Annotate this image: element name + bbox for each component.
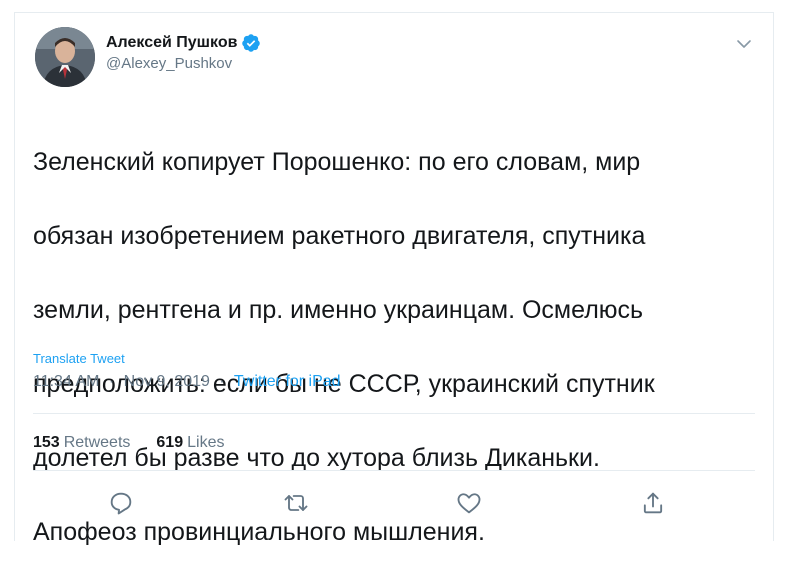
translate-tweet-link[interactable]: Translate Tweet — [33, 351, 125, 366]
tweet-time[interactable]: 11:34 AM — [33, 373, 99, 390]
chevron-down-icon[interactable] — [735, 35, 753, 53]
likes-count: 619 — [156, 434, 184, 451]
reply-button[interactable] — [107, 489, 135, 517]
retweets-label: Retweets — [63, 434, 131, 451]
retweets-count: 153 — [33, 434, 60, 451]
likes-stat[interactable]: 619 Likes — [156, 434, 224, 452]
retweet-button[interactable] — [282, 489, 310, 517]
like-button[interactable] — [455, 489, 483, 517]
tweet-date[interactable]: Nov 9, 2019 — [124, 373, 210, 390]
tweet-text-line: обязан изобретением ракетного двигателя,… — [33, 222, 646, 250]
tweet-actions — [15, 489, 773, 521]
retweet-icon — [284, 495, 308, 511]
tweet-card: Алексей Пушков @Alexey_Pushkov Зеленский… — [14, 12, 774, 546]
share-icon — [643, 492, 663, 514]
likes-label: Likes — [187, 434, 225, 451]
heart-icon — [457, 493, 481, 514]
tweet-stats: 153 Retweets 619 Likes — [33, 434, 224, 452]
verified-badge-icon — [242, 34, 261, 52]
tweet-text-line: Зеленский копирует Порошенко: по его сло… — [33, 148, 641, 176]
tweet-meta: 11:34 AM · Nov 9, 2019 · Twitter for iPa… — [33, 373, 341, 391]
author-block[interactable]: Алексей Пушков @Alexey_Pushkov — [106, 33, 261, 72]
divider — [33, 413, 755, 414]
divider — [33, 470, 755, 471]
tweet-text-line: земли, рентгена и пр. именно украинцам. … — [33, 296, 644, 324]
retweets-stat[interactable]: 153 Retweets — [33, 434, 130, 452]
meta-separator: · — [108, 373, 115, 390]
avatar[interactable] — [35, 27, 95, 87]
avatar-image — [35, 27, 95, 87]
author-handle[interactable]: @Alexey_Pushkov — [106, 55, 261, 72]
tweet-source-link[interactable]: Twitter for iPad — [234, 373, 341, 390]
author-display-name[interactable]: Алексей Пушков — [106, 34, 237, 52]
share-button[interactable] — [639, 489, 667, 517]
reply-icon — [110, 492, 132, 515]
meta-separator: · — [219, 373, 225, 390]
